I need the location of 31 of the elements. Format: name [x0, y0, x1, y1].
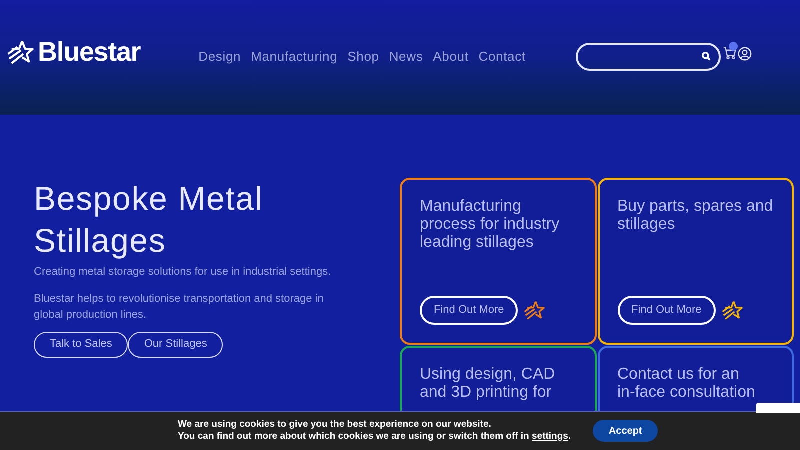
- logo-text[interactable]: Bluestar: [38, 32, 141, 73]
- find-out-more-button[interactable]: Find Out More: [618, 296, 716, 325]
- hero-button[interactable]: Our Stillages: [128, 332, 224, 358]
- nav-link[interactable]: Manufacturing: [251, 46, 338, 66]
- hero-subtitle: Creating metal storage solutions for use in industrial settings.: [34, 265, 332, 280]
- card-title: Using design, CAD and 3D printing for: [420, 366, 556, 402]
- recaptcha-badge: [756, 403, 800, 413]
- hero-body: Bluestar helps to revolutionise transportation and storage in global production lines.: [34, 292, 325, 322]
- find-out-more-button[interactable]: Find Out More: [420, 296, 518, 325]
- cart-badge: [729, 42, 738, 50]
- account-icon[interactable]: [738, 46, 752, 60]
- accept-button[interactable]: Accept: [593, 420, 658, 442]
- card-title: Buy parts, spares and stillages: [618, 198, 774, 234]
- nav-link[interactable]: Design: [198, 46, 242, 66]
- nav-link[interactable]: News: [389, 46, 424, 66]
- star-icon: [523, 300, 546, 322]
- hero-title: Bespoke Metal Stillages: [34, 179, 264, 261]
- logo-star-icon: [6, 38, 34, 66]
- nav-link[interactable]: Shop: [348, 46, 380, 66]
- card-title: Contact us for an in-face consultation: [618, 366, 756, 402]
- cookie-message: We are using cookies to give you the best experience on our website.: [178, 419, 492, 431]
- cart-icon[interactable]: [723, 46, 737, 60]
- star-icon: [720, 300, 743, 322]
- hero-button[interactable]: Talk to Sales: [34, 332, 128, 358]
- settings-link[interactable]: settings: [532, 431, 568, 442]
- card-title: Manufacturing process for industry leading stillages: [420, 198, 561, 252]
- cookie-message: You can find out more about which cookies we are using or switch them off in settings.: [178, 431, 572, 443]
- search-icon[interactable]: [702, 52, 711, 61]
- nav-link[interactable]: Contact: [478, 46, 526, 66]
- nav-link[interactable]: About: [433, 46, 469, 66]
- search-field[interactable]: [576, 42, 721, 70]
